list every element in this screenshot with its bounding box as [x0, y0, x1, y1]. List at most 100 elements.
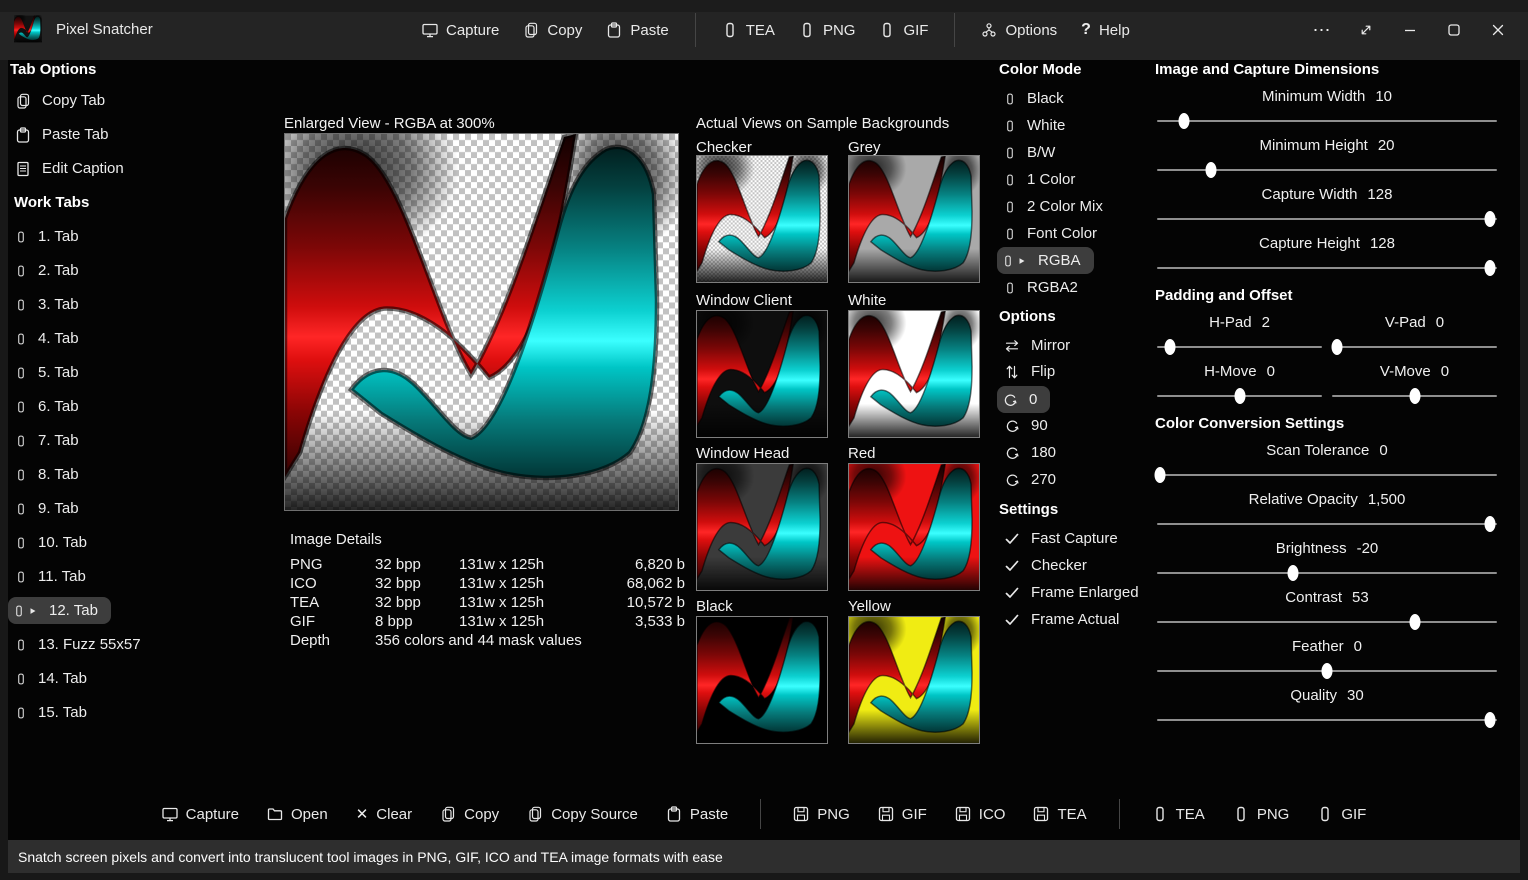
v-pad-slider[interactable]: V-Pad0 [1332, 314, 1497, 348]
footer-copy-png-button[interactable]: PNG [1227, 802, 1296, 827]
color-mode-black[interactable]: Black [997, 85, 1077, 112]
work-tab-1[interactable]: 1. Tab [8, 223, 92, 250]
work-tab-11[interactable]: 11. Tab [8, 563, 99, 590]
slider-track[interactable] [1157, 395, 1322, 397]
work-tab-14[interactable]: 14. Tab [8, 665, 100, 692]
setting-checker[interactable]: Checker [997, 552, 1100, 579]
slider-thumb[interactable] [1485, 260, 1496, 276]
relative-opacity-slider[interactable]: Relative Opacity1,500 [1157, 491, 1497, 525]
color-mode-white[interactable]: White [997, 112, 1078, 139]
minimum-width-slider[interactable]: Minimum Width10 [1157, 88, 1497, 122]
slider-track[interactable] [1157, 267, 1497, 269]
rotate-90[interactable]: 90 [997, 412, 1061, 439]
slider-thumb[interactable] [1485, 516, 1496, 532]
slider-track[interactable] [1157, 346, 1322, 348]
resize-icon[interactable] [1352, 16, 1380, 44]
contrast-slider[interactable]: Contrast53 [1157, 589, 1497, 623]
work-tab-13[interactable]: 13. Fuzz 55x57 [8, 631, 154, 658]
paste-button[interactable]: Paste [600, 18, 674, 43]
h-pad-slider[interactable]: H-Pad2 [1157, 314, 1322, 348]
slider-track[interactable] [1157, 719, 1497, 721]
work-tab-7[interactable]: 7. Tab [8, 427, 92, 454]
footer-copy-tea-button[interactable]: TEA [1146, 802, 1211, 827]
work-tab-8[interactable]: 8. Tab [8, 461, 92, 488]
footer-copy-source-button[interactable]: Copy Source [521, 802, 644, 827]
footer-open-button[interactable]: Open [261, 802, 334, 827]
slider-thumb[interactable] [1410, 614, 1421, 630]
slider-thumb[interactable] [1179, 113, 1190, 129]
slider-track[interactable] [1157, 523, 1497, 525]
slider-track[interactable] [1157, 621, 1497, 623]
color-mode-bw[interactable]: B/W [997, 139, 1068, 166]
color-mode-rgba2[interactable]: RGBA2 [997, 274, 1091, 301]
work-tab-9[interactable]: 9. Tab [8, 495, 92, 522]
rotate-270[interactable]: 270 [997, 466, 1069, 493]
scan-tolerance-slider[interactable]: Scan Tolerance0 [1157, 442, 1497, 476]
work-tab-2[interactable]: 2. Tab [8, 257, 92, 284]
footer-paste-button[interactable]: Paste [660, 802, 734, 827]
save-tea-button[interactable]: TEA [1027, 802, 1092, 827]
slider-thumb[interactable] [1485, 211, 1496, 227]
copy-tea-button[interactable]: TEA [716, 18, 781, 43]
work-tab-3[interactable]: 3. Tab [8, 291, 92, 318]
slider-track[interactable] [1157, 218, 1497, 220]
slider-thumb[interactable] [1165, 339, 1176, 355]
capture-width-slider[interactable]: Capture Width128 [1157, 186, 1497, 220]
slider-track[interactable] [1332, 346, 1497, 348]
close-icon[interactable] [1484, 16, 1512, 44]
slider-thumb[interactable] [1409, 388, 1420, 404]
work-tab-12-selected[interactable]: 12. Tab [8, 597, 111, 624]
setting-fast-capture[interactable]: Fast Capture [997, 525, 1131, 552]
flip-option[interactable]: Flip [997, 358, 1068, 385]
rotate-0-selected[interactable]: 0 [997, 386, 1050, 413]
work-tab-15[interactable]: 15. Tab [8, 699, 100, 726]
mirror-option[interactable]: Mirror [997, 332, 1083, 359]
slider-thumb[interactable] [1331, 339, 1342, 355]
slider-thumb[interactable] [1322, 663, 1333, 679]
copy-button[interactable]: Copy [517, 18, 588, 43]
color-mode-2-color-mix[interactable]: 2 Color Mix [997, 193, 1116, 220]
slider-track[interactable] [1332, 395, 1497, 397]
setting-frame-actual[interactable]: Frame Actual [997, 606, 1132, 633]
footer-clear-button[interactable]: ✕Clear [350, 801, 418, 827]
v-move-slider[interactable]: V-Move0 [1332, 363, 1497, 397]
footer-copy-gif-button[interactable]: GIF [1311, 802, 1372, 827]
minimize-icon[interactable] [1396, 16, 1424, 44]
work-tab-6[interactable]: 6. Tab [8, 393, 92, 420]
quality-slider[interactable]: Quality30 [1157, 687, 1497, 721]
slider-track[interactable] [1157, 120, 1497, 122]
color-mode-rgba-selected[interactable]: RGBA [997, 247, 1094, 274]
copy-tab-button[interactable]: Copy Tab [8, 87, 118, 114]
brightness-slider[interactable]: Brightness-20 [1157, 540, 1497, 574]
slider-track[interactable] [1157, 670, 1497, 672]
slider-thumb[interactable] [1234, 388, 1245, 404]
capture-height-slider[interactable]: Capture Height128 [1157, 235, 1497, 269]
setting-frame-enlarged[interactable]: Frame Enlarged [997, 579, 1152, 606]
slider-track[interactable] [1157, 572, 1497, 574]
paste-tab-button[interactable]: Paste Tab [8, 121, 121, 148]
slider-thumb[interactable] [1155, 467, 1166, 483]
edit-caption-button[interactable]: Edit Caption [8, 155, 137, 182]
h-move-slider[interactable]: H-Move0 [1157, 363, 1322, 397]
copy-png-button[interactable]: PNG [793, 18, 862, 43]
footer-capture-button[interactable]: Capture [156, 802, 245, 827]
save-png-button[interactable]: PNG [787, 802, 856, 827]
footer-copy-button[interactable]: Copy [434, 802, 505, 827]
help-button[interactable]: ?Help [1075, 17, 1136, 43]
slider-thumb[interactable] [1485, 712, 1496, 728]
more-icon[interactable]: ⋯ [1308, 16, 1336, 44]
capture-button[interactable]: Capture [416, 18, 505, 43]
slider-track[interactable] [1157, 169, 1497, 171]
rotate-180[interactable]: 180 [997, 439, 1069, 466]
slider-thumb[interactable] [1206, 162, 1217, 178]
slider-thumb[interactable] [1288, 565, 1299, 581]
feather-slider[interactable]: Feather0 [1157, 638, 1497, 672]
color-mode-1-color[interactable]: 1 Color [997, 166, 1088, 193]
work-tab-4[interactable]: 4. Tab [8, 325, 92, 352]
options-button[interactable]: Options [975, 18, 1063, 43]
save-ico-button[interactable]: ICO [949, 802, 1012, 827]
minimum-height-slider[interactable]: Minimum Height20 [1157, 137, 1497, 171]
work-tab-5[interactable]: 5. Tab [8, 359, 92, 386]
color-mode-font-color[interactable]: Font Color [997, 220, 1110, 247]
slider-track[interactable] [1157, 474, 1497, 476]
